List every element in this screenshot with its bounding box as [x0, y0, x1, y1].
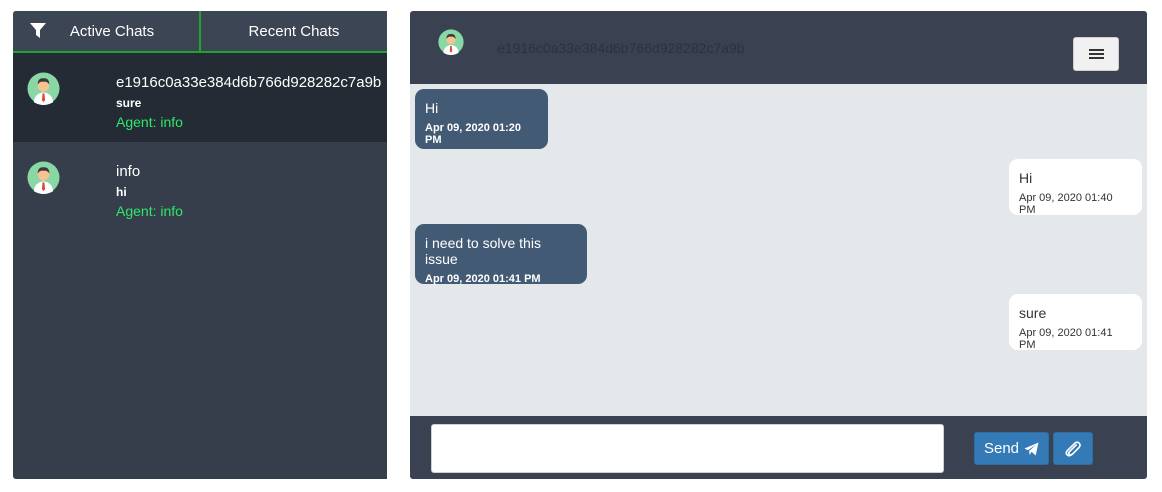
chat-last-message: hi	[116, 185, 127, 199]
filter-icon[interactable]	[29, 22, 47, 40]
chat-last-message: sure	[116, 96, 142, 110]
message-text: sure	[1019, 305, 1047, 321]
paperclip-icon	[1065, 440, 1081, 457]
menu-button[interactable]	[1073, 37, 1119, 71]
message-text: Hi	[425, 100, 439, 116]
conversation-title: e1916c0a33e384d6b766d928282c7a9b	[497, 40, 745, 56]
user-avatar-icon	[27, 72, 60, 105]
message-bubble-outgoing: Hi Apr 09, 2020 01:40 PM	[1009, 159, 1142, 216]
chat-name: info	[116, 163, 141, 180]
chat-list-item[interactable]: info hi Agent: info	[13, 142, 387, 231]
message-list[interactable]: Hi Apr 09, 2020 01:20 PM Hi Apr 09, 2020…	[410, 84, 1147, 416]
tab-active-chats[interactable]: Active Chats	[13, 11, 199, 51]
tab-recent-chats-label: Recent Chats	[248, 22, 340, 40]
attach-button[interactable]	[1053, 432, 1093, 465]
send-button[interactable]: Send	[974, 432, 1049, 465]
send-button-label: Send	[983, 440, 1020, 457]
conversation-panel: e1916c0a33e384d6b766d928282c7a9b Hi Apr …	[410, 11, 1147, 479]
message-bubble-incoming: i need to solve this issue Apr 09, 2020 …	[415, 224, 587, 285]
message-bubble-outgoing: sure Apr 09, 2020 01:41 PM	[1009, 294, 1142, 351]
message-time: Apr 09, 2020 01:20 PM	[425, 122, 522, 146]
chat-agent-label: Agent: info	[116, 114, 183, 130]
user-avatar-icon	[438, 29, 464, 55]
message-time: Apr 09, 2020 01:41 PM	[425, 273, 541, 285]
paper-plane-icon	[1024, 441, 1039, 456]
user-avatar-icon	[27, 161, 60, 194]
tab-active-chats-label: Active Chats	[69, 22, 155, 40]
hamburger-menu-icon	[1089, 49, 1104, 51]
tab-recent-chats[interactable]: Recent Chats	[199, 11, 387, 51]
chat-list-panel: Active Chats Recent Chats e1916c0a33e384…	[13, 11, 387, 479]
message-text: Hi	[1019, 170, 1033, 186]
chat-name: e1916c0a33e384d6b766d928282c7a9b	[116, 74, 382, 91]
message-text: i need to solve this issue	[425, 235, 541, 267]
chat-tabs: Active Chats Recent Chats	[13, 11, 387, 53]
message-time: Apr 09, 2020 01:40 PM	[1019, 192, 1113, 216]
conversation-header: e1916c0a33e384d6b766d928282c7a9b	[410, 11, 1147, 84]
chat-list-item[interactable]: e1916c0a33e384d6b766d928282c7a9b sure Ag…	[13, 53, 387, 142]
message-bubble-incoming: Hi Apr 09, 2020 01:20 PM	[415, 89, 548, 149]
chat-agent-label: Agent: info	[116, 203, 183, 219]
message-input[interactable]	[431, 424, 944, 473]
message-time: Apr 09, 2020 01:41 PM	[1019, 327, 1113, 351]
composer: Send	[410, 416, 1147, 479]
